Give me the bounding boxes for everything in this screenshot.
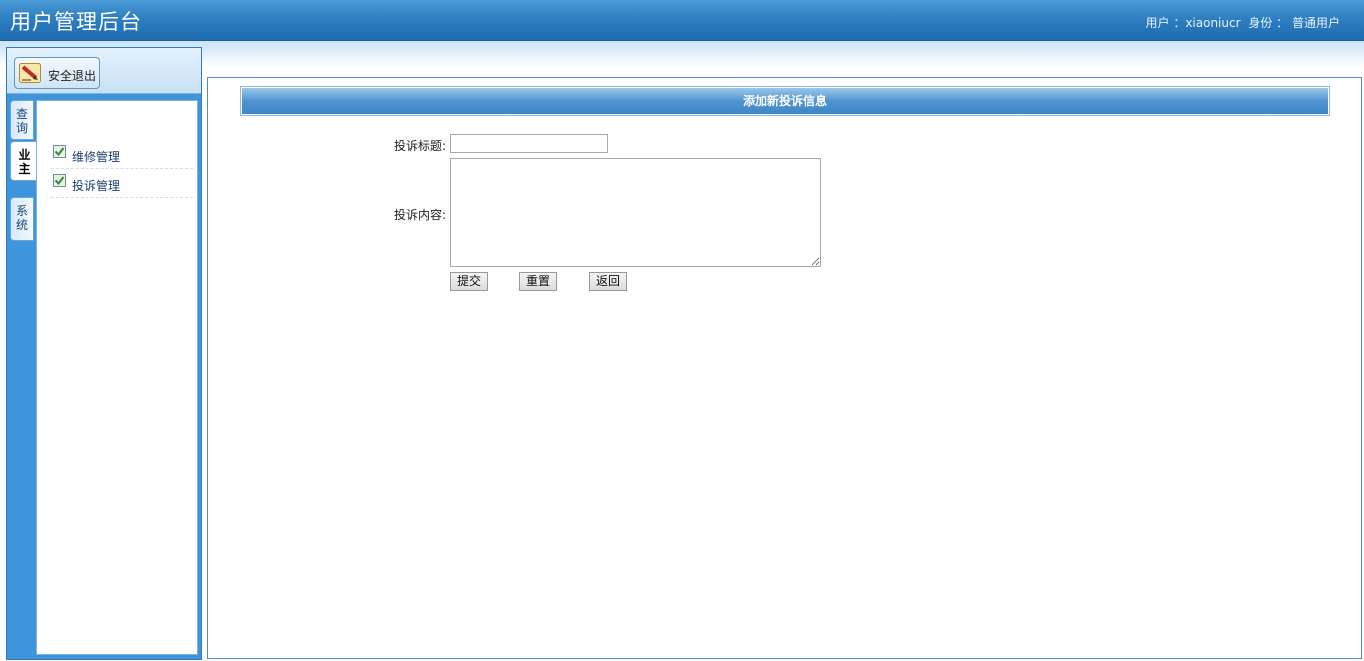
- logout-button[interactable]: 安全退出: [14, 57, 100, 89]
- reset-button[interactable]: 重置: [519, 272, 557, 291]
- menu-item-label: 投诉管理: [72, 179, 121, 193]
- logout-label: 安全退出: [48, 69, 97, 83]
- complaint-content-label: 投诉内容:: [393, 208, 446, 222]
- tab-query-label-2: 询: [15, 121, 28, 135]
- user-info: 用户 ：xiaoniucr 身份 ： 普通用户: [1146, 14, 1345, 31]
- tab-query-label-1: 查: [15, 107, 28, 121]
- main-content: 添加新投诉信息 投诉标题: 投诉内容: 提交 重置 返回: [207, 77, 1362, 659]
- form-title: 添加新投诉信息: [242, 88, 1328, 114]
- logout-area: 安全退出: [7, 48, 201, 94]
- user-role: 身份 ： 普通用户: [1248, 16, 1340, 30]
- sidebar: 安全退出 查 询 业 主 系 统 维修管理 投诉管理: [6, 47, 202, 660]
- tab-owner-label-2: 主: [18, 162, 31, 176]
- tab-system-label-1: 系: [15, 204, 28, 218]
- tab-system-label-2: 统: [15, 218, 28, 232]
- tab-system[interactable]: 系 统: [10, 197, 34, 241]
- top-header: 用户管理后台 用户 ：xiaoniucr 身份 ： 普通用户: [0, 0, 1364, 41]
- form-header: 添加新投诉信息: [240, 86, 1330, 116]
- tab-query[interactable]: 查 询: [10, 100, 34, 140]
- checkbox-icon: [53, 145, 66, 158]
- complaint-content-textarea[interactable]: [450, 158, 821, 267]
- menu-panel: 维修管理 投诉管理: [36, 100, 198, 655]
- tab-owner[interactable]: 业 主: [10, 141, 38, 181]
- submit-button[interactable]: 提交: [450, 272, 488, 291]
- menu-item-label: 维修管理: [72, 150, 121, 164]
- pen-icon: [19, 63, 41, 83]
- current-user: 用户 ：xiaoniucr: [1145, 16, 1241, 30]
- menu-item-repair-management[interactable]: 维修管理: [51, 140, 193, 169]
- tab-owner-label-1: 业: [18, 148, 31, 162]
- app-title: 用户管理后台: [10, 10, 142, 34]
- menu-item-complaint-management[interactable]: 投诉管理: [51, 169, 193, 198]
- complaint-title-input[interactable]: [450, 134, 608, 153]
- complaint-title-label: 投诉标题:: [393, 139, 446, 153]
- checkbox-icon: [53, 174, 66, 187]
- header-divider-strip: [0, 41, 1364, 67]
- back-button[interactable]: 返回: [589, 272, 627, 291]
